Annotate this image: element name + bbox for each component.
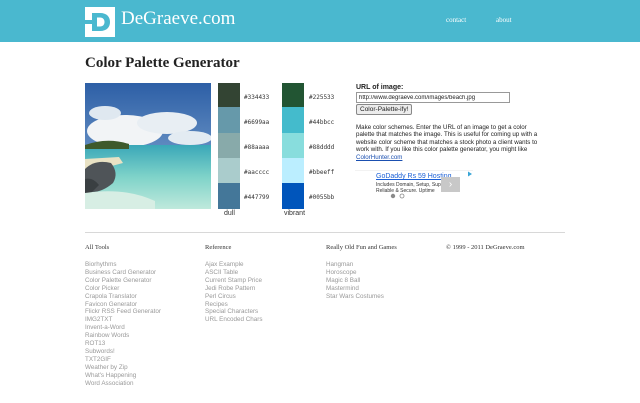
footer-link[interactable]: Current Stamp Price (205, 277, 263, 285)
footer-heading-reference: Reference (205, 244, 232, 251)
footer-link[interactable]: ASCII Table (205, 269, 263, 277)
vibrant-hex-5: #0055bb (309, 194, 335, 201)
vibrant-label: vibrant (284, 210, 306, 217)
footer-link[interactable]: Color Palette Generator (85, 277, 161, 285)
dull-hex-1: #334433 (244, 94, 270, 101)
vibrant-hex-4: #bbeeff (309, 169, 335, 176)
colorize-button[interactable]: Color-Palette-ify! (356, 104, 413, 115)
footer-link[interactable]: Weather by Zip (85, 364, 161, 372)
footer-list-reference: Ajax Example ASCII Table Current Stamp P… (205, 261, 263, 324)
copyright: © 1999 - 2011 DeGraeve.com (446, 244, 525, 251)
footer-heading-all-tools: All Tools (85, 244, 110, 251)
description: Make color schemes. Enter the URL of an … (356, 124, 546, 161)
ad-arrow-icon[interactable]: › (441, 177, 460, 192)
footer-link[interactable]: Color Picker (85, 285, 161, 293)
vibrant-hex-3: #88dddd (309, 144, 335, 151)
footer-link[interactable]: Horoscope (326, 269, 384, 277)
footer-heading-games: Really Old Fun and Games (326, 244, 397, 251)
url-input[interactable] (356, 92, 510, 103)
footer-link[interactable]: Flickr RSS Feed Generator (85, 308, 161, 316)
footer-link[interactable]: Word Association (85, 380, 161, 388)
footer-divider (85, 232, 565, 233)
dull-palette (218, 83, 240, 209)
footer-link[interactable]: Invent-a-Word (85, 324, 161, 332)
vibrant-swatch-5[interactable] (282, 183, 304, 209)
dull-hex-4: #aacccc (244, 169, 270, 176)
footer-link[interactable]: Magic 8 Ball (326, 277, 384, 285)
vibrant-hex-1: #225533 (309, 94, 335, 101)
beach-photo (85, 83, 211, 209)
footer-link[interactable]: Mastermind (326, 285, 384, 293)
footer-link[interactable]: Business Card Generator (85, 269, 161, 277)
dull-hex-5: #447799 (244, 194, 270, 201)
dull-hex-2: #6699aa (244, 119, 270, 126)
footer-link[interactable]: Recipes (205, 301, 263, 309)
site-name[interactable]: DeGraeve.com (121, 8, 235, 30)
footer-link[interactable]: ROT13 (85, 340, 161, 348)
footer-link[interactable]: Ajax Example (205, 261, 263, 269)
footer-link[interactable]: TXT2GIF (85, 356, 161, 364)
vibrant-palette (282, 83, 304, 209)
footer-link[interactable]: Star Wars Costumes (326, 293, 384, 301)
footer-link[interactable]: Perl Circus (205, 293, 263, 301)
footer-link[interactable]: Favicon Generator (85, 301, 161, 309)
footer-link[interactable]: Crapola Translator (85, 293, 161, 301)
footer-link[interactable]: Biorhythms (85, 261, 161, 269)
nav-contact-link[interactable]: contact (446, 16, 466, 24)
page-title: Color Palette Generator (85, 55, 240, 71)
dull-hex-3: #88aaaa (244, 144, 270, 151)
url-label: URL of image: (356, 84, 404, 91)
footer-link[interactable]: IMG2TXT (85, 316, 161, 324)
nav-about-link[interactable]: about (496, 16, 512, 24)
adchoices-icon[interactable] (467, 171, 473, 177)
colorhunter-link[interactable]: ColorHunter.com (356, 154, 402, 161)
description-text: Make color schemes. Enter the URL of an … (356, 124, 538, 154)
footer-link[interactable]: Subwords! (85, 348, 161, 356)
footer-link[interactable]: Special Characters (205, 308, 263, 316)
footer-list-games: Hangman Horoscope Magic 8 Ball Mastermin… (326, 261, 384, 301)
footer-link[interactable]: Jedi Robe Pattern (205, 285, 263, 293)
dull-swatch-5[interactable] (218, 183, 240, 209)
footer-link[interactable]: What's Happening (85, 372, 161, 380)
footer-list-all-tools: Biorhythms Business Card Generator Color… (85, 261, 161, 388)
footer-link[interactable]: Rainbow Words (85, 332, 161, 340)
ad-pager-dots-icon[interactable] (390, 193, 406, 199)
footer-link[interactable]: Hangman (326, 261, 384, 269)
header-bar: DeGraeve.com contact about (0, 0, 640, 42)
ad-banner[interactable]: GoDaddy Rs 59 Hosting Includes Domain, S… (355, 170, 473, 200)
logo-icon[interactable] (85, 7, 115, 37)
dull-label: dull (224, 210, 235, 217)
footer-link[interactable]: URL Encoded Chars (205, 316, 263, 324)
vibrant-hex-2: #44bbcc (309, 119, 335, 126)
